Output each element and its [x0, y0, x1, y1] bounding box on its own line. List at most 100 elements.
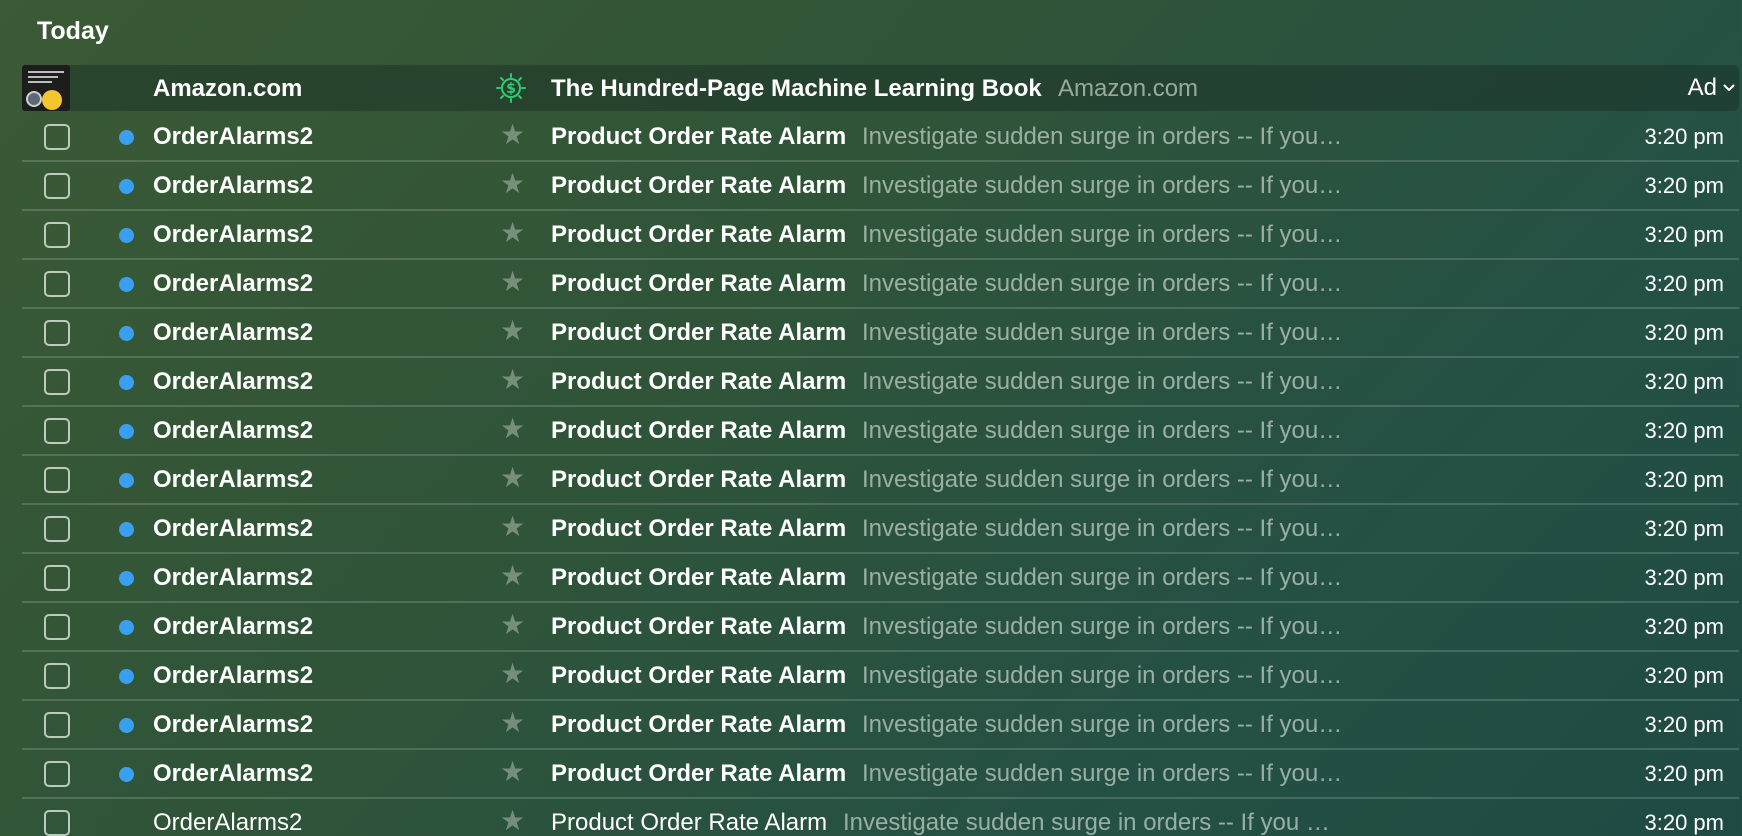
email-snippet: Investigate sudden surge in orders -- If… — [862, 564, 1344, 591]
email-time: 3:20 pm — [1644, 271, 1725, 296]
email-sender: OrderAlarms2 — [153, 123, 314, 150]
email-sender: OrderAlarms2 — [153, 368, 314, 395]
email-subject: Product Order Rate Alarm — [551, 711, 847, 738]
chevron-down-icon[interactable] — [1723, 82, 1735, 94]
star-icon[interactable]: ★ — [500, 610, 525, 640]
unread-dot-icon — [119, 473, 134, 488]
select-checkbox[interactable] — [44, 712, 70, 738]
star-icon[interactable]: ★ — [500, 120, 525, 150]
select-checkbox[interactable] — [44, 467, 70, 493]
star-icon[interactable]: ★ — [500, 316, 525, 346]
email-time: 3:20 pm — [1644, 124, 1725, 149]
select-checkbox[interactable] — [44, 418, 70, 444]
star-icon[interactable]: ★ — [500, 806, 525, 836]
email-sender: OrderAlarms2 — [153, 417, 314, 444]
email-row[interactable]: OrderAlarms2 ★ Product Order Rate Alarm … — [22, 701, 1739, 750]
select-checkbox[interactable] — [44, 565, 70, 591]
star-icon[interactable]: ★ — [500, 169, 525, 199]
select-checkbox[interactable] — [44, 124, 70, 150]
email-list: Amazon.com $ The Hundred-Page Machine Le… — [22, 65, 1739, 836]
select-checkbox[interactable] — [44, 173, 70, 199]
email-snippet: Investigate sudden surge in orders -- If… — [843, 809, 1344, 836]
star-icon[interactable]: ★ — [500, 414, 525, 444]
email-subject: Product Order Rate Alarm — [551, 760, 847, 787]
ad-subject: The Hundred-Page Machine Learning Book — [551, 75, 1042, 102]
email-snippet: Investigate sudden surge in orders -- If… — [862, 270, 1344, 297]
email-row[interactable]: OrderAlarms2 ★ Product Order Rate Alarm … — [22, 652, 1739, 701]
star-icon[interactable]: ★ — [500, 218, 525, 248]
select-checkbox[interactable] — [44, 320, 70, 346]
email-row[interactable]: OrderAlarms2 ★ Product Order Rate Alarm … — [22, 162, 1739, 211]
email-subject: Product Order Rate Alarm — [551, 613, 847, 640]
email-time: 3:20 pm — [1644, 467, 1725, 492]
email-row[interactable]: OrderAlarms2 ★ Product Order Rate Alarm … — [22, 358, 1739, 407]
email-sender: OrderAlarms2 — [153, 809, 303, 836]
ad-row[interactable]: Amazon.com $ The Hundred-Page Machine Le… — [22, 65, 1739, 111]
email-time: 3:20 pm — [1644, 761, 1725, 786]
email-row[interactable]: OrderAlarms2 ★ Product Order Rate Alarm … — [22, 505, 1739, 554]
email-sender: OrderAlarms2 — [153, 172, 314, 199]
star-icon[interactable]: ★ — [500, 757, 525, 787]
select-checkbox[interactable] — [44, 614, 70, 640]
email-sender: OrderAlarms2 — [153, 564, 314, 591]
email-sender: OrderAlarms2 — [153, 270, 314, 297]
email-time: 3:20 pm — [1644, 418, 1725, 443]
email-snippet: Investigate sudden surge in orders -- If… — [862, 417, 1344, 444]
email-row[interactable]: OrderAlarms2 ★ Product Order Rate Alarm … — [22, 407, 1739, 456]
email-sender: OrderAlarms2 — [153, 662, 314, 689]
ad-badge: Ad — [1687, 74, 1717, 101]
email-time: 3:20 pm — [1644, 369, 1725, 394]
email-snippet: Investigate sudden surge in orders -- If… — [862, 711, 1344, 738]
unread-dot-icon — [119, 767, 134, 782]
email-snippet: Investigate sudden surge in orders -- If… — [862, 662, 1344, 689]
star-icon[interactable]: ★ — [500, 267, 525, 297]
email-sender: OrderAlarms2 — [153, 319, 314, 346]
email-row[interactable]: OrderAlarms2 ★ Product Order Rate Alarm … — [22, 799, 1739, 836]
unread-dot-icon — [119, 424, 134, 439]
select-checkbox[interactable] — [44, 271, 70, 297]
svg-text:$: $ — [506, 81, 516, 97]
email-time: 3:20 pm — [1644, 663, 1725, 688]
email-subject: Product Order Rate Alarm — [551, 564, 847, 591]
select-checkbox[interactable] — [44, 810, 70, 836]
email-row[interactable]: OrderAlarms2 ★ Product Order Rate Alarm … — [22, 113, 1739, 162]
email-snippet: Investigate sudden surge in orders -- If… — [862, 466, 1344, 493]
email-row[interactable]: OrderAlarms2 ★ Product Order Rate Alarm … — [22, 211, 1739, 260]
email-time: 3:20 pm — [1644, 320, 1725, 345]
email-row[interactable]: OrderAlarms2 ★ Product Order Rate Alarm … — [22, 750, 1739, 799]
email-subject: Product Order Rate Alarm — [551, 319, 847, 346]
select-checkbox[interactable] — [44, 663, 70, 689]
unread-dot-icon — [119, 130, 134, 145]
unread-dot-icon — [119, 718, 134, 733]
email-row[interactable]: OrderAlarms2 ★ Product Order Rate Alarm … — [22, 603, 1739, 652]
email-sender: OrderAlarms2 — [153, 711, 314, 738]
email-subject: Product Order Rate Alarm — [551, 270, 847, 297]
email-row[interactable]: OrderAlarms2 ★ Product Order Rate Alarm … — [22, 554, 1739, 603]
select-checkbox[interactable] — [44, 761, 70, 787]
ad-snippet: Amazon.com — [1058, 75, 1199, 102]
email-row[interactable]: OrderAlarms2 ★ Product Order Rate Alarm … — [22, 260, 1739, 309]
star-icon[interactable]: ★ — [500, 708, 525, 738]
unread-dot-icon — [119, 669, 134, 684]
star-icon[interactable]: ★ — [500, 365, 525, 395]
star-icon[interactable]: ★ — [500, 659, 525, 689]
select-checkbox[interactable] — [44, 516, 70, 542]
unread-dot-icon — [119, 620, 134, 635]
email-snippet: Investigate sudden surge in orders -- If… — [862, 613, 1344, 640]
select-checkbox[interactable] — [44, 369, 70, 395]
email-time: 3:20 pm — [1644, 614, 1725, 639]
email-sender: OrderAlarms2 — [153, 760, 314, 787]
unread-dot-icon — [119, 326, 134, 341]
star-icon[interactable]: ★ — [500, 561, 525, 591]
unread-dot-icon — [119, 179, 134, 194]
email-subject: Product Order Rate Alarm — [551, 417, 847, 444]
section-header-today: Today — [37, 17, 109, 45]
email-row[interactable]: OrderAlarms2 ★ Product Order Rate Alarm … — [22, 456, 1739, 505]
email-snippet: Investigate sudden surge in orders -- If… — [862, 368, 1344, 395]
email-row[interactable]: OrderAlarms2 ★ Product Order Rate Alarm … — [22, 309, 1739, 358]
email-subject: Product Order Rate Alarm — [551, 221, 847, 248]
star-icon[interactable]: ★ — [500, 463, 525, 493]
unread-dot-icon — [119, 277, 134, 292]
select-checkbox[interactable] — [44, 222, 70, 248]
star-icon[interactable]: ★ — [500, 512, 525, 542]
